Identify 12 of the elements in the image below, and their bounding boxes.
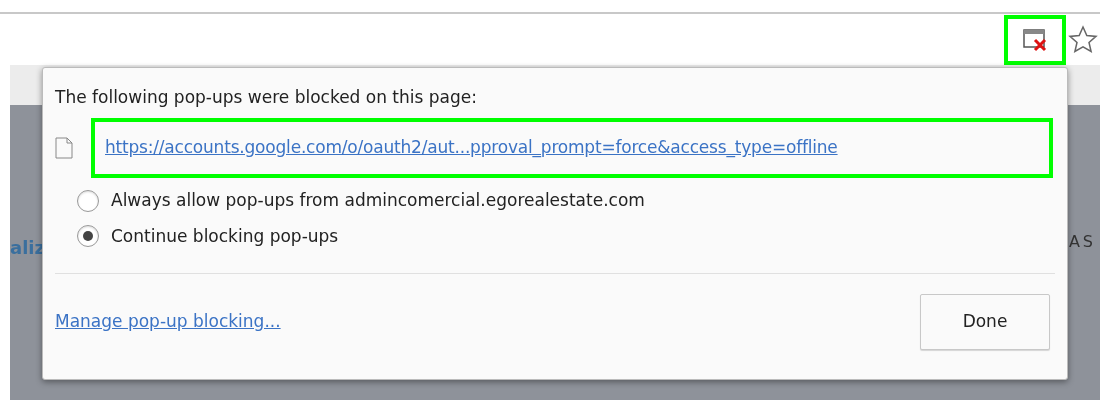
popup-heading: The following pop-ups were blocked on this page:	[55, 86, 478, 108]
star-icon[interactable]	[1068, 24, 1098, 55]
option-label: Continue blocking pop-ups	[111, 224, 339, 248]
radio-button[interactable]	[77, 225, 99, 248]
page-text: AS	[1068, 230, 1097, 253]
manage-link[interactable]: Manage pop-up blocking...	[55, 309, 281, 335]
blocked-popup-icon[interactable]	[1022, 26, 1048, 53]
document-icon	[55, 137, 73, 159]
done-button[interactable]: Done	[920, 294, 1050, 350]
option-label: Always allow pop-ups from admincomercial.egorealestate.com	[111, 189, 645, 212]
radio-button[interactable]	[77, 189, 99, 212]
blocked-url-link[interactable]: https://accounts.google.com/o/oauth2/aut...pproval_prompt=force&access_type=offline	[105, 135, 838, 161]
